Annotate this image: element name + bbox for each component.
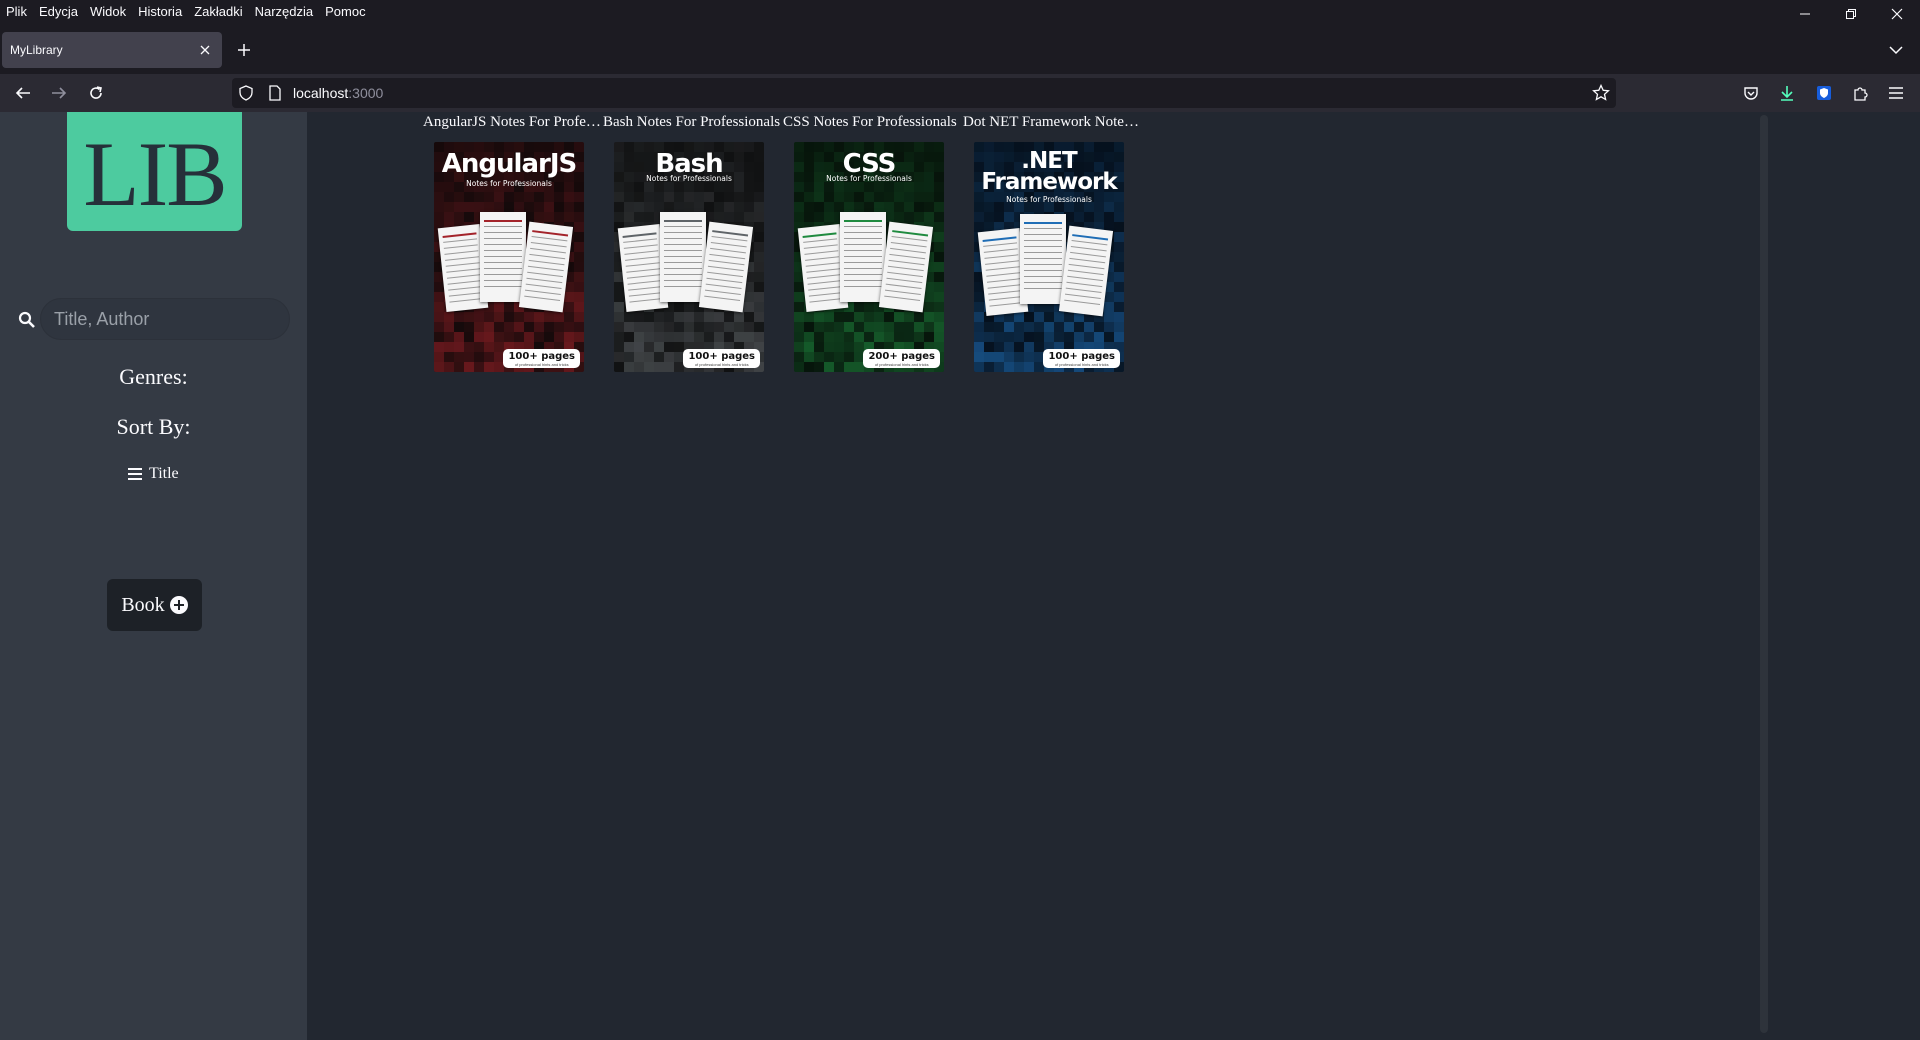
shield-icon[interactable] xyxy=(237,84,255,102)
pages-note: of professional hints and tricks xyxy=(514,362,569,367)
close-icon xyxy=(200,45,210,55)
reload-button[interactable] xyxy=(82,79,110,107)
tab-mylibrary[interactable]: MyLibrary xyxy=(2,32,222,68)
book-cover-image[interactable]: Bash Notes for Professionals 100+ pages of … xyxy=(614,142,764,372)
url-text: localhost:3000 xyxy=(293,85,383,101)
pocket-button[interactable] xyxy=(1737,79,1765,107)
extensions-button[interactable] xyxy=(1846,79,1874,107)
plus-circle-icon xyxy=(169,596,188,614)
navigation-bar: localhost:3000 xyxy=(0,74,1920,112)
close-icon xyxy=(1891,8,1903,20)
pages-count: 100+ pages xyxy=(1048,351,1115,362)
pages-count: 100+ pages xyxy=(508,351,575,362)
pages-badge: 100+ pages of professional hints and tric… xyxy=(683,349,760,368)
pages-badge: 200+ pages of professional hints and tric… xyxy=(863,349,940,368)
tab-close-button[interactable] xyxy=(196,41,214,59)
book-cover-image[interactable]: CSS Notes for Professionals 200+ pages of p… xyxy=(794,142,944,372)
cover-page-illustration xyxy=(660,212,706,302)
restore-button[interactable] xyxy=(1828,0,1874,28)
close-window-button[interactable] xyxy=(1874,0,1920,28)
menu-bar: Plik Edycja Widok Historia Zakładki Narz… xyxy=(0,0,1920,22)
app-menu-button[interactable] xyxy=(1882,79,1910,107)
extension-bitwarden-button[interactable] xyxy=(1810,79,1838,107)
book-title: AngularJS Notes For Professionals xyxy=(423,114,603,130)
menu-tools[interactable]: Narzędzia xyxy=(255,4,314,19)
search-icon xyxy=(18,311,35,328)
book-cover-image[interactable]: AngularJS Notes for Professionals 100+ pag… xyxy=(434,142,584,372)
downloads-button[interactable] xyxy=(1773,79,1801,107)
menu-edit[interactable]: Edycja xyxy=(39,4,78,19)
forward-button[interactable] xyxy=(45,79,73,107)
list-all-tabs-button[interactable] xyxy=(1884,38,1908,62)
pages-count: 100+ pages xyxy=(688,351,755,362)
menu-view[interactable]: Widok xyxy=(90,4,126,19)
logo-text: LIB xyxy=(83,122,227,225)
back-button[interactable] xyxy=(9,79,37,107)
minimize-button[interactable] xyxy=(1782,0,1828,28)
page-scrollbar[interactable] xyxy=(1760,115,1768,1033)
search-input[interactable] xyxy=(40,298,290,340)
hamburger-icon xyxy=(1889,87,1903,99)
cover-subtitle: Notes for Professionals xyxy=(1006,195,1092,204)
menu-history[interactable]: Historia xyxy=(138,4,182,19)
pages-badge: 100+ pages of professional hints and tric… xyxy=(1043,349,1120,368)
url-port: :3000 xyxy=(348,85,384,101)
menu-help[interactable]: Pomoc xyxy=(325,4,365,19)
cover-title: .NET Framework xyxy=(981,148,1117,195)
tab-title: MyLibrary xyxy=(10,43,63,57)
cover-title: AngularJS xyxy=(441,149,577,179)
cover-subtitle: Notes for Professionals xyxy=(826,174,912,183)
plus-icon xyxy=(238,44,250,56)
page-viewport: LIB Genres: Sort By: Title Book AngularJ… xyxy=(0,112,1920,1040)
reload-icon xyxy=(90,86,102,99)
library-logo[interactable]: LIB xyxy=(67,112,242,231)
list-icon xyxy=(128,468,142,480)
book-title: Dot NET Framework Notes For Professional… xyxy=(963,114,1143,130)
window-controls xyxy=(1782,0,1920,28)
arrow-right-icon xyxy=(52,87,67,99)
minimize-icon xyxy=(1800,13,1810,15)
book-title: CSS Notes For Professionals xyxy=(783,114,957,130)
sort-option-label: Title xyxy=(149,465,179,482)
book-cover-image[interactable]: .NET Framework Notes for Professionals 100… xyxy=(974,142,1124,372)
pages-badge: 100+ pages of professional hints and tric… xyxy=(503,349,580,368)
url-host: localhost xyxy=(293,85,349,101)
download-icon xyxy=(1781,86,1793,101)
pages-note: of professional hints and tricks xyxy=(694,362,749,367)
pocket-icon xyxy=(1744,87,1758,100)
shield-extension-icon xyxy=(1817,86,1831,100)
pages-note: of professional hints and tricks xyxy=(874,362,929,367)
page-info-icon[interactable] xyxy=(266,84,284,102)
new-tab-button[interactable] xyxy=(232,38,256,62)
pages-count: 200+ pages xyxy=(868,351,935,362)
sidebar: LIB Genres: Sort By: Title Book xyxy=(0,112,307,1040)
sort-option-title[interactable]: Title xyxy=(128,465,179,483)
book-title: Bash Notes For Professionals xyxy=(603,114,781,130)
menu-bookmarks[interactable]: Zakładki xyxy=(194,4,242,19)
address-bar[interactable]: localhost:3000 xyxy=(232,78,1616,108)
pages-note: of professional hints and tricks xyxy=(1054,362,1109,367)
tab-bar: MyLibrary xyxy=(0,30,1920,70)
cover-page-illustration xyxy=(1020,214,1066,304)
cover-subtitle: Notes for Professionals xyxy=(646,174,732,183)
cover-page-illustration xyxy=(480,212,526,302)
cover-subtitle: Notes for Professionals xyxy=(466,179,552,188)
add-book-button[interactable]: Book xyxy=(107,579,202,631)
menu-file[interactable]: Plik xyxy=(6,4,27,19)
arrow-left-icon xyxy=(15,87,30,99)
chevron-down-icon xyxy=(1889,46,1903,55)
search-bar xyxy=(16,298,290,340)
genres-heading: Genres: xyxy=(119,364,188,389)
restore-icon xyxy=(1846,9,1856,19)
cover-page-illustration xyxy=(840,212,886,302)
bookmark-star-icon[interactable] xyxy=(1592,84,1610,102)
sort-by-heading: Sort By: xyxy=(116,414,191,439)
add-book-label: Book xyxy=(121,593,165,616)
puzzle-icon xyxy=(1854,87,1868,101)
